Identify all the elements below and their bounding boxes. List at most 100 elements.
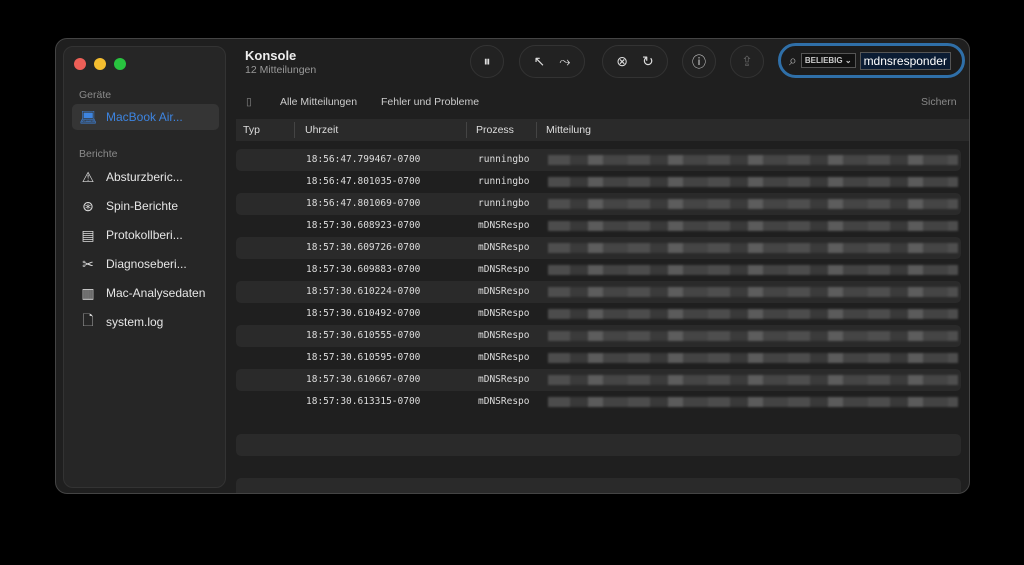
row-time: 18:57:30.610595-0700 <box>306 352 420 363</box>
sidebar-item-label: Protokollberi... <box>106 228 183 242</box>
column-process[interactable]: Prozess <box>476 124 514 136</box>
search-token-filter[interactable]: BELIEBIG ⌄ <box>801 53 856 68</box>
filter-errors[interactable]: Fehler und Probleme <box>381 96 479 108</box>
sidebar-item-label: Diagnoseberi... <box>106 257 187 271</box>
sidebar-item-label: Mac-Analysedaten <box>106 286 205 300</box>
row-message-redacted <box>548 155 958 165</box>
clear-reload-group: ⊗↻ <box>602 45 668 78</box>
row-process: mDNSResponder <box>478 286 530 297</box>
sidebar: Geräte 💻︎ MacBook Air... Berichte ⚠︎ Abst… <box>63 46 226 488</box>
row-process: runningboardd <box>478 176 530 187</box>
document-icon: ▤ <box>78 227 98 244</box>
row-time: 18:56:47.801035-0700 <box>306 176 420 187</box>
row-message-redacted <box>548 331 958 341</box>
share-icon: ⇪ <box>741 53 753 70</box>
table-row[interactable]: 18:57:30.609883-0700 mDNSResponder <box>236 259 961 281</box>
row-time: 18:56:47.799467-0700 <box>306 154 420 165</box>
minimize-button[interactable] <box>94 58 106 70</box>
row-process: mDNSResponder <box>478 264 530 275</box>
row-message-redacted <box>548 177 958 187</box>
row-message-redacted <box>548 265 958 275</box>
row-message-redacted <box>548 397 958 407</box>
info-button[interactable]: ⓘ <box>682 45 716 78</box>
row-time: 18:57:30.609883-0700 <box>306 264 420 275</box>
pause-button[interactable]: ⏸︎ <box>470 45 504 78</box>
table-row[interactable]: 18:57:30.610224-0700 mDNSResponder <box>236 281 961 303</box>
row-message-redacted <box>548 353 958 363</box>
sidebar-item-label: Spin-Berichte <box>106 199 178 213</box>
table-row[interactable]: 18:57:30.610595-0700 mDNSResponder <box>236 347 961 369</box>
sidebar-item-log-reports[interactable]: ▤ Protokollberi... <box>72 222 219 248</box>
devices-heading: Geräte <box>79 89 111 101</box>
row-process: mDNSResponder <box>478 374 530 385</box>
search-field[interactable]: ⌕ BELIEBIG ⌄ mdnsresponder <box>778 43 965 78</box>
save-button[interactable]: Sichern <box>921 96 957 108</box>
message-count: 12 Mitteilungen <box>245 64 316 76</box>
table-row[interactable]: 18:57:30.610492-0700 mDNSResponder <box>236 303 961 325</box>
row-message-redacted <box>548 287 958 297</box>
chart-icon: ▥ <box>78 285 98 302</box>
search-input[interactable]: mdnsresponder <box>860 52 951 70</box>
zoom-button[interactable] <box>114 58 126 70</box>
console-window: Geräte 💻︎ MacBook Air... Berichte ⚠︎ Abst… <box>55 38 970 494</box>
row-process: mDNSResponder <box>478 242 530 253</box>
clear-icon[interactable]: ⊗ <box>616 53 628 70</box>
file-icon: 🗋︎ <box>78 310 98 334</box>
sidebar-item-spin-reports[interactable]: ⊛Spin-Berichte <box>72 193 219 219</box>
table-row[interactable]: 18:57:30.610555-0700mDNSResponder <box>236 325 961 347</box>
sidebar-item-system-log[interactable]: 🗋︎ system.log <box>72 309 219 335</box>
token-label: BELIEBIG <box>805 56 843 65</box>
now-icon[interactable]: ↖ <box>534 53 546 70</box>
row-message-redacted <box>548 375 958 385</box>
table-header: Typ Uhrzeit Prozess Mitteilung <box>236 119 970 141</box>
row-process: mDNSResponder <box>478 308 530 319</box>
row-process: runningboardd <box>478 198 530 209</box>
row-process: mDNSResponder <box>478 220 530 231</box>
table-row[interactable]: 18:56:47.801035-0700 runningboardd <box>236 171 961 193</box>
row-time: 18:57:30.610492-0700 <box>306 308 420 319</box>
warning-icon: ⚠︎ <box>78 169 98 186</box>
share-button[interactable]: ⇪ <box>730 45 764 78</box>
row-time: 18:57:30.610224-0700 <box>306 286 420 297</box>
tools-icon: ✂︎ <box>78 256 98 273</box>
row-time: 18:57:30.610667-0700 <box>306 374 420 385</box>
column-message[interactable]: Mitteilung <box>546 124 591 136</box>
app-title: Konsole <box>245 48 296 63</box>
row-time: 18:57:30.613315-0700 <box>306 396 420 407</box>
row-process: mDNSResponder <box>478 330 530 341</box>
close-button[interactable] <box>74 58 86 70</box>
table-row[interactable]: 18:56:47.799467-0700runningboardd <box>236 149 961 171</box>
table-row[interactable]: 18:57:30.610667-0700 mDNSResponder <box>236 369 961 391</box>
window-controls <box>74 58 126 70</box>
sidebar-item-label: Absturzberic... <box>106 170 183 184</box>
filter-all-messages[interactable]: Alle Mitteilungen <box>280 96 357 108</box>
table-row[interactable]: 18:57:30.613315-0700mDNSResponder <box>236 391 961 413</box>
empty-row <box>236 434 961 456</box>
table-row[interactable]: 18:57:30.609726-0700 mDNSResponder <box>236 237 961 259</box>
sidebar-item-label: system.log <box>106 315 163 329</box>
activities-icon[interactable]: ⤳ <box>559 53 570 70</box>
row-message-redacted <box>548 243 958 253</box>
pause-icon: ⏸︎ <box>484 53 491 70</box>
reports-heading: Berichte <box>79 148 118 160</box>
row-time: 18:57:30.609726-0700 <box>306 242 420 253</box>
row-process: mDNSResponder <box>478 352 530 363</box>
row-message-redacted <box>548 309 958 319</box>
sidebar-item-macbook[interactable]: 💻︎ MacBook Air... <box>72 104 219 130</box>
column-time[interactable]: Uhrzeit <box>305 124 338 136</box>
info-icon: ⓘ <box>692 52 706 72</box>
row-message-redacted <box>548 199 958 209</box>
column-type[interactable]: Typ <box>243 124 260 136</box>
navigation-group: ↖⤳ <box>519 45 585 78</box>
table-row[interactable]: 18:56:47.801069-0700runningboardd <box>236 193 961 215</box>
sidebar-item-crash-reports[interactable]: ⚠︎ Absturzberic... <box>72 164 219 190</box>
row-time: 18:57:30.608923-0700 <box>306 220 420 231</box>
reload-icon[interactable]: ↻ <box>642 53 654 70</box>
sidebar-item-mac-analytics[interactable]: ▥ Mac-Analysedaten <box>72 280 219 306</box>
log-table: 18:56:47.799467-0700runningboardd18:56:4… <box>236 149 961 413</box>
sidebar-toggle-icon[interactable]: ▯ <box>246 96 252 108</box>
table-row[interactable]: 18:57:30.608923-0700 mDNSResponder <box>236 215 961 237</box>
search-icon: ⌕ <box>789 52 797 69</box>
row-message-redacted <box>548 221 958 231</box>
sidebar-item-diagnostic-reports[interactable]: ✂︎ Diagnoseberi... <box>72 251 219 277</box>
